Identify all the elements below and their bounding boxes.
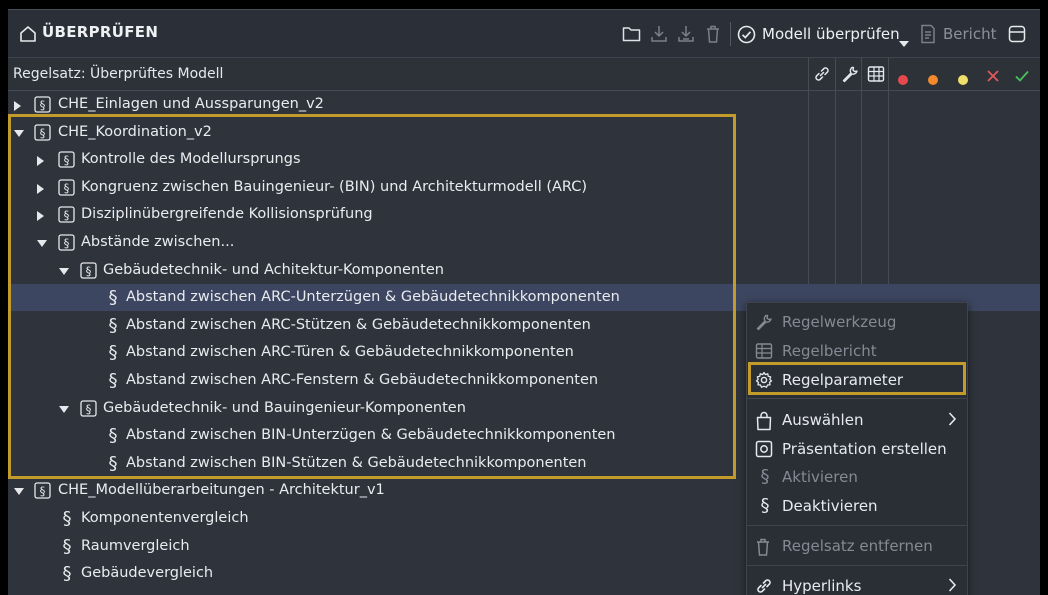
caret-down-icon[interactable] <box>899 32 909 51</box>
menu-item-label: Aktivieren <box>782 468 858 486</box>
panel-layout-icon[interactable] <box>1008 25 1026 47</box>
tree-item-label: Gebäudevergleich <box>81 565 214 582</box>
expand-arrow-icon[interactable] <box>14 101 21 111</box>
download-icon[interactable] <box>650 24 668 48</box>
menu-item-auswählen[interactable]: Auswählen <box>747 405 967 433</box>
menu-item-label: Regelwerkzeug <box>782 313 897 331</box>
home-icon[interactable] <box>19 25 37 47</box>
ruleset-icon: § <box>34 482 51 503</box>
highlight-frame <box>8 114 736 479</box>
trash-icon[interactable] <box>705 24 721 48</box>
collapse-arrow-icon[interactable] <box>14 488 24 496</box>
context-menu: Regelwerkzeug Regelbericht Regelparameter A… <box>746 302 968 595</box>
link-icon <box>755 577 773 595</box>
menu-item-label: Regelbericht <box>782 342 877 360</box>
menu-item-regelbericht[interactable]: Regelbericht <box>747 336 967 364</box>
highlight-frame <box>748 362 966 395</box>
trash-icon <box>755 537 771 561</box>
status-red-dot[interactable] <box>898 70 908 89</box>
menu-separator <box>747 565 967 566</box>
wrench-icon <box>755 313 773 335</box>
svg-text:§: § <box>40 98 46 112</box>
tree-item-label: Komponentenvergleich <box>81 510 249 526</box>
menu-item-label: Regelsatz entfernen <box>782 537 933 555</box>
tree-item-label: Raumvergleich <box>81 537 190 554</box>
paragraph-icon: § <box>758 495 772 519</box>
rule-icon: § <box>60 536 74 560</box>
rule-icon: § <box>60 563 74 587</box>
panel-title: ÜBERPRÜFEN <box>42 23 159 41</box>
svg-text:§: § <box>63 563 72 583</box>
check-model-button[interactable]: Modell überprüfen <box>762 25 900 43</box>
svg-text:§: § <box>63 536 72 556</box>
tree-item-label: CHE_Einlagen und Aussparungen_v2 <box>58 96 324 112</box>
menu-item-label: Hyperlinks <box>782 577 862 595</box>
presentation-icon <box>755 440 773 462</box>
menu-item-präsentation-erstellen[interactable]: Präsentation erstellen <box>747 434 967 462</box>
status-check-icon[interactable] <box>1014 68 1030 87</box>
paragraph-icon: § <box>758 466 772 490</box>
menu-item-regelparameter[interactable]: Regelparameter <box>747 362 967 395</box>
wrench-column-icon[interactable] <box>841 65 859 87</box>
menu-item-label: Deaktivieren <box>782 497 878 515</box>
title-bar: ÜBERPRÜFEN Modell überprüfen Bericht <box>8 10 1040 58</box>
ruleset-header-label: Regelsatz: Überprüftes Modell <box>13 66 224 82</box>
tree-header: Regelsatz: Überprüftes Modell <box>8 58 1040 91</box>
status-orange-dot[interactable] <box>928 70 938 89</box>
menu-item-deaktivieren[interactable]: § Deaktivieren <box>747 491 967 519</box>
rule-check-panel: ÜBERPRÜFEN Modell überprüfen Bericht Reg… <box>8 9 1040 595</box>
check-circle-icon[interactable] <box>737 25 756 48</box>
table-icon <box>755 342 773 364</box>
report-button[interactable]: Bericht <box>943 25 997 43</box>
report-icon[interactable] <box>920 24 936 48</box>
rule-icon: § <box>60 508 74 532</box>
menu-item-aktivieren[interactable]: § Aktivieren <box>747 462 967 490</box>
menu-separator <box>747 525 967 526</box>
folder-icon[interactable] <box>622 25 641 47</box>
svg-text:§: § <box>761 466 770 486</box>
menu-separator <box>747 398 967 399</box>
tree-item-label: CHE_Modellüberarbeitungen - Architektur_… <box>58 482 385 499</box>
menu-item-hyperlinks[interactable]: Hyperlinks <box>747 571 967 595</box>
chevron-right-icon <box>947 411 957 431</box>
menu-item-label: Auswählen <box>782 411 864 429</box>
chevron-right-icon <box>947 577 957 595</box>
download-all-icon[interactable] <box>677 24 695 48</box>
table-column-icon[interactable] <box>867 65 885 87</box>
svg-text:§: § <box>40 484 46 498</box>
link-column-icon[interactable] <box>813 65 831 87</box>
status-cross-icon[interactable] <box>986 68 1000 87</box>
menu-item-regelwerkzeug[interactable]: Regelwerkzeug <box>747 307 967 335</box>
menu-item-regelsatz-entfernen[interactable]: Regelsatz entfernen <box>747 531 967 559</box>
svg-text:§: § <box>761 495 770 515</box>
menu-item-label: Präsentation erstellen <box>782 440 947 458</box>
bag-icon <box>755 411 773 435</box>
status-yellow-dot[interactable] <box>958 70 968 89</box>
svg-text:§: § <box>63 508 72 528</box>
toolbar-divider <box>730 22 731 46</box>
